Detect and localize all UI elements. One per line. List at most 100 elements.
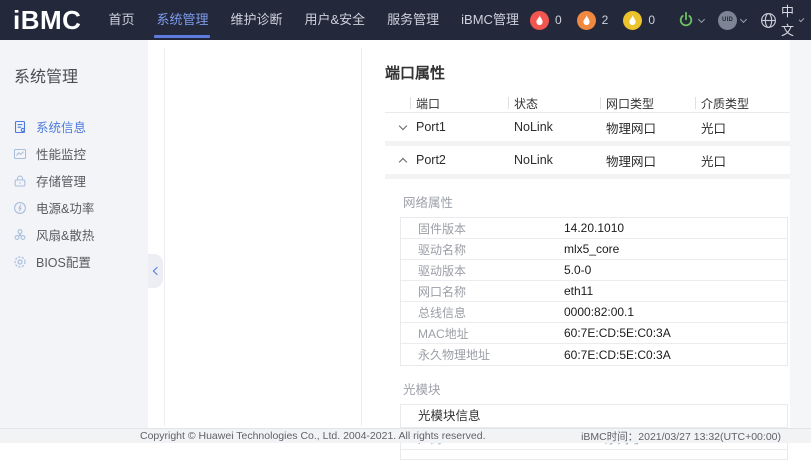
sidebar-title: 系统管理 [0, 40, 148, 87]
sidebar-item-label: BIOS配置 [36, 252, 91, 271]
right-gutter [790, 40, 811, 428]
table-row-port1[interactable]: Port1 NoLink 物理网口 光口 [385, 113, 790, 141]
copyright-text: Copyright © Huawei Technologies Co., Ltd… [140, 430, 486, 442]
kv-row-mac-address: MAC地址 60:7E:CD:5E:C0:3A [401, 323, 787, 344]
ibmc-time: iBMC时间：2021/03/27 13:32(UTC+00:00) [581, 429, 781, 444]
power-circle-icon [13, 201, 27, 215]
sidebar-item-power[interactable]: 电源&功率 [0, 194, 148, 221]
port-status: NoLink [508, 153, 600, 167]
critical-alarm-flame-icon [530, 11, 549, 30]
row-separator [385, 174, 790, 179]
sidebar-item-label: 性能监控 [36, 144, 86, 163]
sidebar-menu: 系统信息 性能监控 存储管理 [0, 113, 148, 275]
kv-value: mlx5_core [564, 242, 787, 256]
chevron-down-icon [798, 16, 804, 22]
port-type: 物理网口 [600, 118, 695, 137]
sidebar-item-performance[interactable]: 性能监控 [0, 140, 148, 167]
nav-item-system[interactable]: 系统管理 [145, 0, 219, 40]
globe-icon [760, 12, 777, 29]
kv-label: 驱动版本 [401, 262, 564, 279]
sidebar-item-label: 存储管理 [36, 171, 86, 190]
kv-row-port-name: 网口名称 eth11 [401, 281, 787, 302]
kv-value: 60:7E:CD:5E:C0:3A [564, 348, 787, 362]
kv-value: 60:7E:CD:5E:C0:3A [564, 326, 787, 340]
network-properties-table: 固件版本 14.20.1010 驱动名称 mlx5_core 驱动版本 5.0-… [400, 217, 788, 366]
kv-row-driver-name: 驱动名称 mlx5_core [401, 239, 787, 260]
expand-chevron-down-icon[interactable] [399, 121, 407, 129]
kv-row-firmware-version: 固件版本 14.20.1010 [401, 218, 787, 239]
clipped-row [401, 450, 787, 459]
nav-item-maintenance[interactable]: 维护诊断 [219, 0, 293, 40]
storage-lock-icon [13, 174, 27, 188]
nav-item-user-security[interactable]: 用户&安全 [293, 0, 376, 40]
gear-icon [13, 255, 27, 269]
kv-row-driver-version: 驱动版本 5.0-0 [401, 260, 787, 281]
sidebar-item-fans[interactable]: 风扇&散热 [0, 221, 148, 248]
kv-label: 驱动名称 [401, 241, 564, 258]
table-row-port2[interactable]: Port2 NoLink 物理网口 光口 [385, 146, 790, 174]
kv-row-permanent-mac: 永久物理地址 60:7E:CD:5E:C0:3A [401, 344, 787, 365]
column-header-media-type: 介质类型 [695, 95, 790, 112]
port-media: 光口 [695, 118, 790, 137]
panel-divider-line [164, 48, 165, 426]
footer-bar: Copyright © Huawei Technologies Co., Ltd… [0, 428, 811, 443]
panel-divider-line [361, 48, 362, 426]
optical-module-label: 光模块 [403, 379, 790, 398]
sidebar-item-label: 电源&功率 [36, 198, 94, 217]
column-header-port: 端口 [410, 95, 508, 112]
port-name: Port2 [410, 153, 508, 167]
column-header-port-type: 网口类型 [600, 95, 695, 112]
optical-module-info-header: 光模块信息 [401, 405, 787, 428]
power-control-dropdown[interactable] [677, 11, 704, 29]
kv-value: 0000:82:00.1 [564, 305, 787, 319]
sidebar-item-bios[interactable]: BIOS配置 [0, 248, 148, 275]
minor-alarm-flame-icon [623, 11, 642, 30]
network-properties-label: 网络属性 [403, 192, 790, 211]
kv-label: 永久物理地址 [401, 346, 564, 363]
navbar-right-cluster: 0 2 0 [530, 1, 811, 39]
ibmc-logo[interactable]: iBMC [13, 0, 81, 40]
top-navbar: iBMC 首页 系统管理 维护诊断 用户&安全 服务管理 iBMC管理 0 2 [0, 0, 811, 40]
port-name: Port1 [410, 120, 508, 134]
critical-alarm-count: 0 [555, 13, 562, 27]
nav-item-ibmc-mgmt[interactable]: iBMC管理 [450, 0, 530, 40]
fan-icon [13, 228, 27, 242]
sidebar-item-system-info[interactable]: 系统信息 [0, 113, 148, 140]
kv-value: eth11 [564, 284, 787, 298]
major-alarm-flame-icon [577, 11, 596, 30]
ports-table-header: 端口 状态 网口类型 介质类型 [385, 94, 790, 113]
chevron-down-icon [740, 15, 747, 22]
kv-label: 总线信息 [401, 304, 564, 321]
kv-label: 固件版本 [401, 220, 564, 237]
language-label: 中文 [781, 1, 796, 39]
minor-alarm-count: 0 [648, 13, 655, 27]
sidebar: 系统管理 系统信息 性能监控 [0, 40, 148, 428]
chevron-left-icon [152, 267, 160, 275]
sidebar-item-label: 系统信息 [36, 117, 86, 136]
sidebar-item-storage[interactable]: 存储管理 [0, 167, 148, 194]
kv-value: 5.0-0 [564, 263, 787, 277]
major-alarm-count: 2 [602, 13, 609, 27]
nav-item-services[interactable]: 服务管理 [376, 0, 450, 40]
column-header-status: 状态 [508, 95, 600, 112]
kv-label: 网口名称 [401, 283, 564, 300]
port-type: 物理网口 [600, 151, 695, 170]
kv-label: MAC地址 [401, 325, 564, 342]
major-alarm-button[interactable]: 2 [577, 11, 609, 30]
nav-item-home[interactable]: 首页 [97, 0, 145, 40]
critical-alarm-button[interactable]: 0 [530, 11, 562, 30]
uid-icon: UID [718, 11, 737, 30]
document-icon [13, 120, 27, 134]
page-title: 端口属性 [385, 62, 790, 83]
line-chart-icon [13, 147, 27, 161]
collapse-chevron-up-icon[interactable] [399, 157, 407, 165]
sidebar-collapse-button[interactable] [148, 254, 163, 288]
minor-alarm-button[interactable]: 0 [623, 11, 655, 30]
uid-control-dropdown[interactable]: UID [718, 11, 746, 30]
language-selector[interactable]: 中文 [760, 1, 803, 39]
port-properties-section: 端口属性 端口 状态 网口类型 介质类型 Port1 NoLink 物理网口 光… [385, 40, 790, 460]
ibmc-time-label: iBMC时间： [581, 431, 638, 443]
chevron-down-icon [698, 15, 705, 22]
port-status: NoLink [508, 120, 600, 134]
sidebar-item-label: 风扇&散热 [36, 225, 94, 244]
